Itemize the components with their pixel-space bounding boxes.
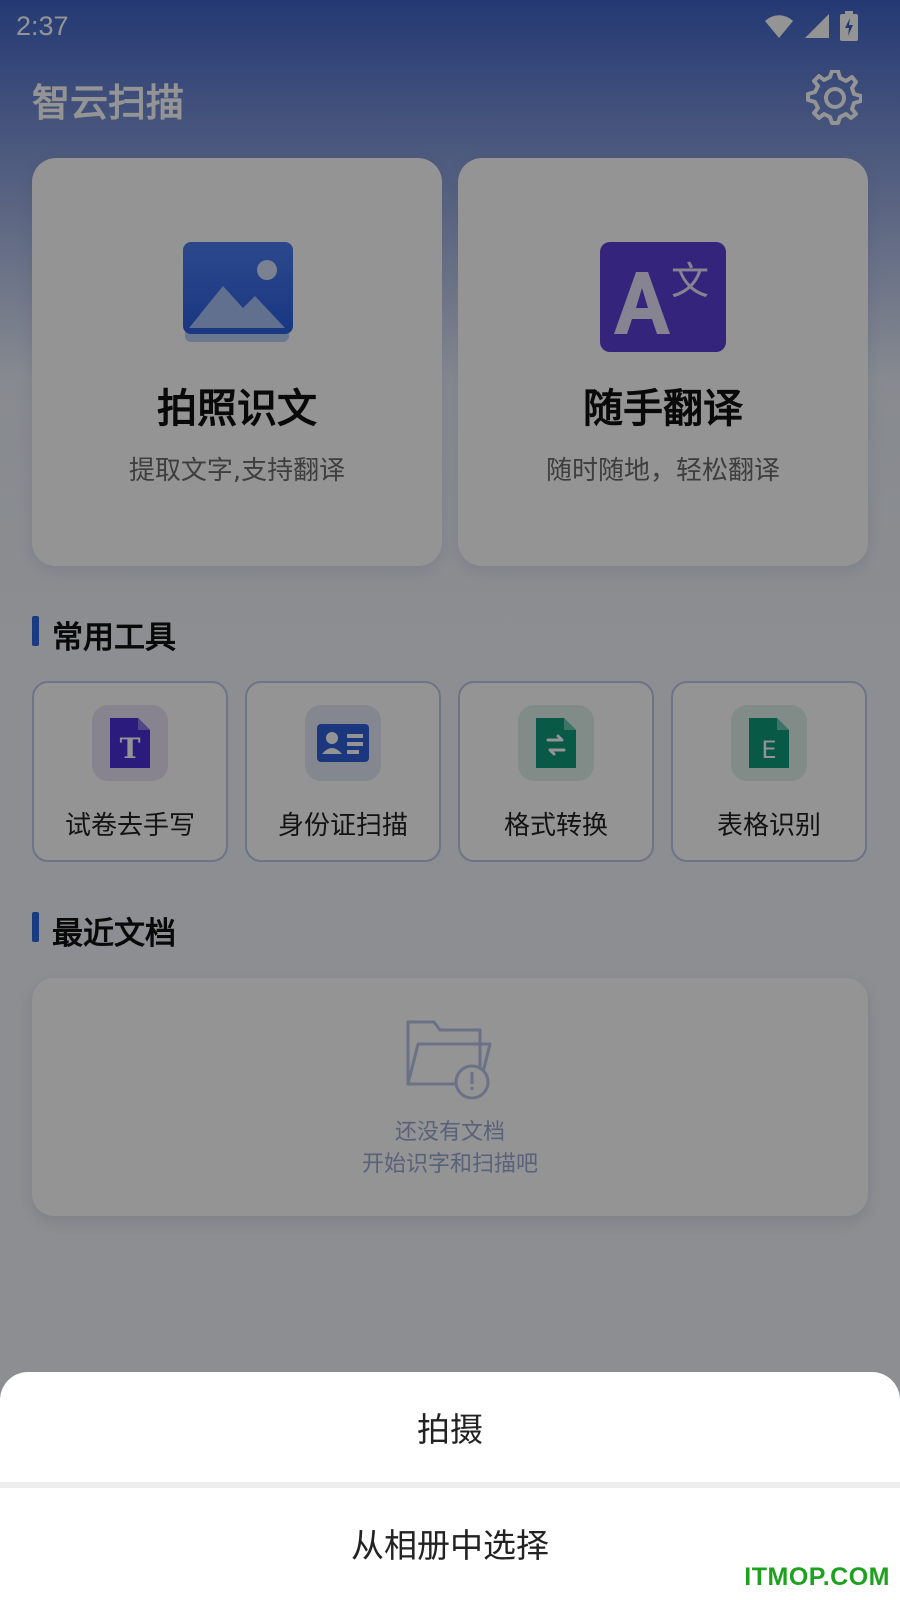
- watermark: ITMOP.COM: [744, 1563, 890, 1591]
- dim-overlay[interactable]: [0, 0, 900, 1600]
- capture-option[interactable]: 拍摄: [0, 1372, 900, 1482]
